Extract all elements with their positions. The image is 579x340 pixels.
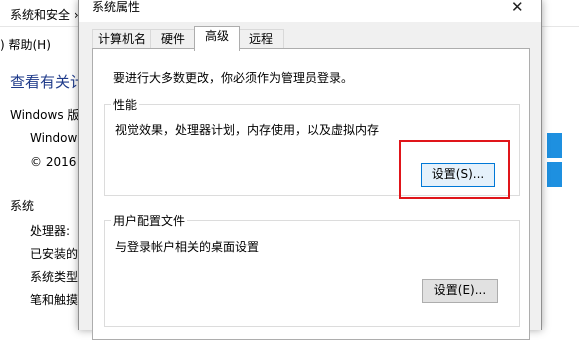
tab-hardware[interactable]: 硬件	[150, 29, 196, 50]
advanced-tab-panel: 要进行大多数更改，你必须作为管理员登录。 性能 视觉效果，处理器计划，内存使用，…	[92, 48, 530, 340]
windows-logo-icon	[547, 133, 579, 193]
dialog-titlebar[interactable]: 系统属性 ✕	[79, 0, 541, 22]
user-profiles-settings-button[interactable]: 设置(E)...	[422, 279, 498, 303]
pen-touch-label: 笔和触摸:	[30, 293, 83, 307]
dialog-title: 系统属性	[92, 0, 141, 14]
breadcrumb[interactable]: 系统和安全 ›	[10, 6, 79, 23]
highlight-box	[399, 140, 510, 199]
system-properties-dialog: 系统属性 ✕ 计算机名 硬件 高级 远程 要进行大多数更改，你必须作为管理员登录…	[78, 0, 542, 340]
close-icon[interactable]: ✕	[511, 0, 524, 16]
tab-remote[interactable]: 远程	[238, 29, 284, 50]
user-profiles-legend: 用户配置文件	[111, 212, 188, 229]
user-profiles-group: 用户配置文件 与登录帐户相关的桌面设置 设置(E)...	[104, 212, 520, 327]
edition-value: Windows	[30, 131, 84, 145]
page-title: 查看有关计	[10, 73, 86, 91]
system-section-label: 系统	[10, 199, 35, 213]
tab-advanced[interactable]: 高级	[194, 26, 240, 51]
user-profiles-description: 与登录帐户相关的桌面设置	[115, 240, 260, 254]
admin-notice: 要进行大多数更改，你必须作为管理员登录。	[113, 71, 354, 85]
performance-description: 视觉效果，处理器计划，内存使用，以及虚拟内存	[115, 123, 380, 137]
performance-legend: 性能	[111, 96, 140, 113]
system-type-label: 系统类型:	[30, 270, 83, 284]
menu-help[interactable]: ) 帮助(H)	[0, 36, 51, 53]
tab-computer-name[interactable]: 计算机名	[92, 29, 152, 50]
processor-label: 处理器:	[30, 224, 71, 238]
